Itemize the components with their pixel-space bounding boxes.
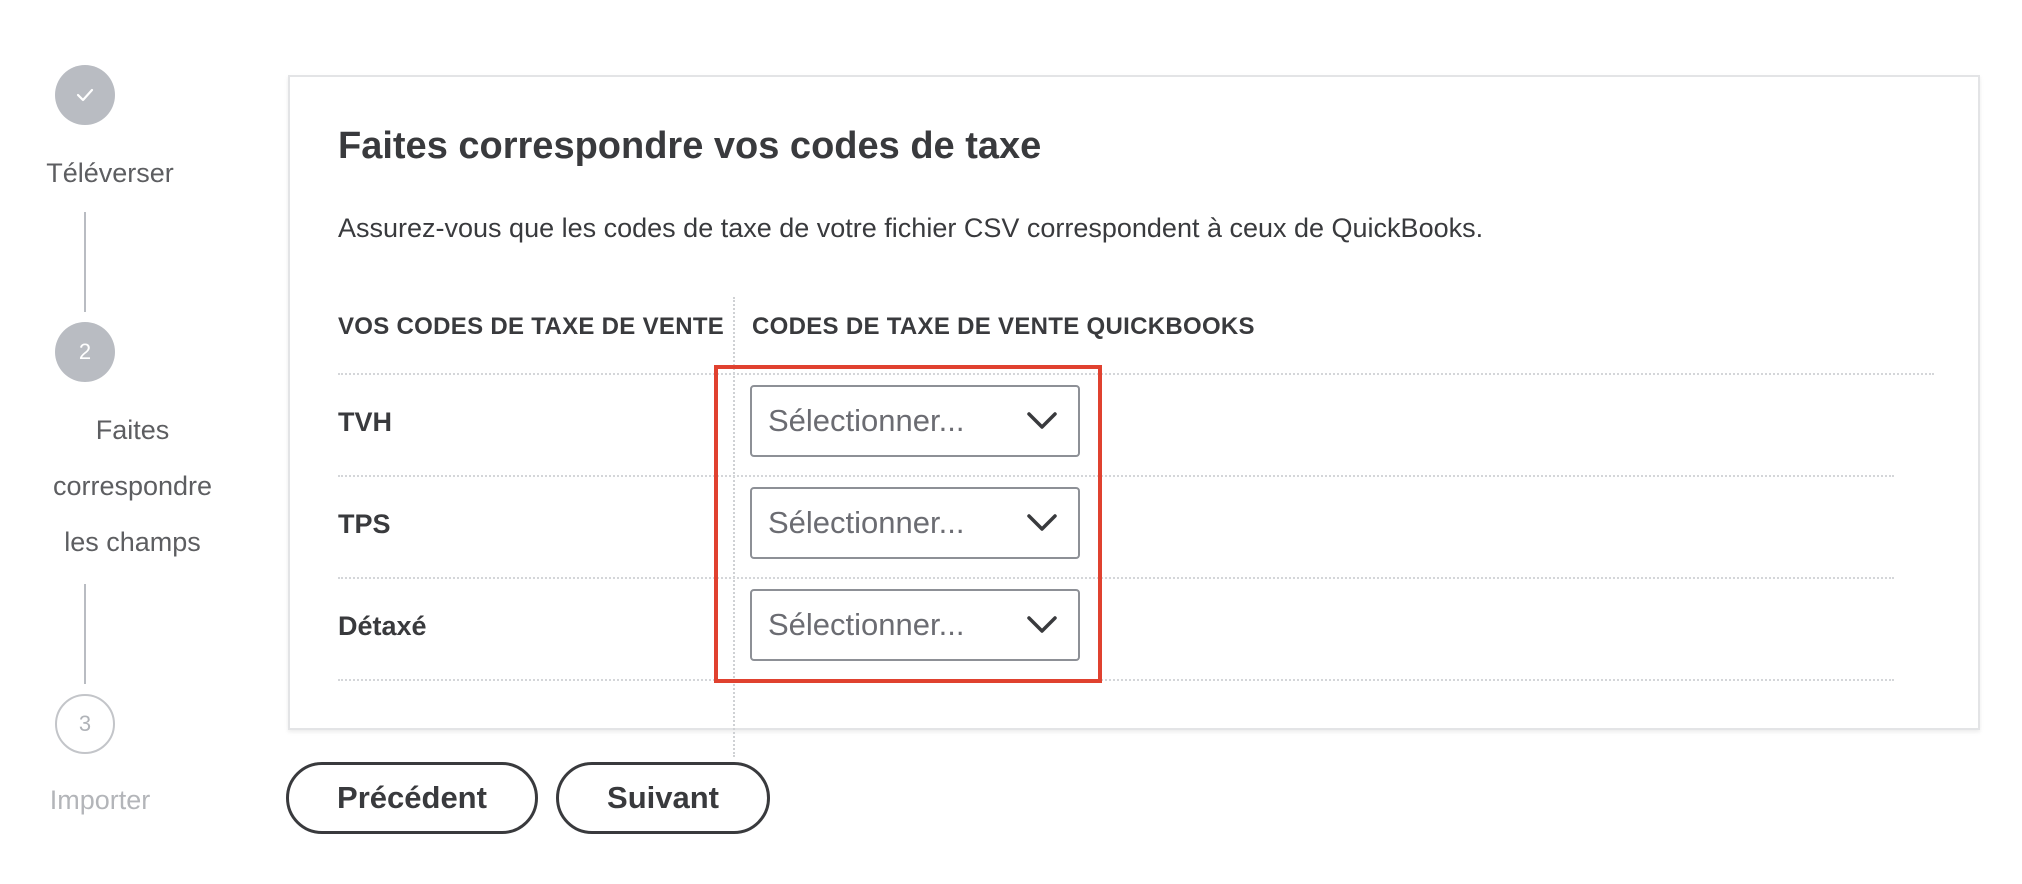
step-2-marker: 2 xyxy=(55,322,115,382)
row-divider xyxy=(338,577,1894,579)
step-3-marker: 3 xyxy=(55,694,115,754)
row-divider xyxy=(338,373,1934,375)
progress-stepper: Téléverser 2 Faites correspondre les cha… xyxy=(0,0,270,884)
tax-code-label-tvh: TVH xyxy=(338,407,392,437)
card-title: Faites correspondre vos codes de taxe xyxy=(338,125,1042,167)
quickbooks-tax-code-select-tps[interactable]: Sélectionner... xyxy=(750,487,1080,559)
tax-code-label-detaxe: Détaxé xyxy=(338,611,427,641)
row-divider xyxy=(338,475,1894,477)
column-header-quickbooks-codes: CODES DE TAXE DE VENTE QUICKBOOKS xyxy=(752,313,1255,340)
select-placeholder: Sélectionner... xyxy=(768,505,965,540)
select-placeholder: Sélectionner... xyxy=(768,403,965,438)
chevron-down-icon xyxy=(1027,514,1057,531)
row-divider xyxy=(338,679,1894,681)
step-connector xyxy=(84,584,86,684)
tax-code-mapping-card: Faites correspondre vos codes de taxe As… xyxy=(288,75,1980,757)
step-3-label: Importer xyxy=(49,785,151,815)
step-2-label: Faites correspondre les champs xyxy=(30,402,235,570)
step-connector xyxy=(84,212,86,312)
step-2-label-line: correspondre xyxy=(52,471,213,501)
tax-code-label-tps: TPS xyxy=(338,509,391,539)
page: Téléverser 2 Faites correspondre les cha… xyxy=(0,0,2022,884)
step-2-label-line: Faites xyxy=(95,415,170,445)
previous-button[interactable]: Précédent xyxy=(286,762,538,834)
quickbooks-tax-code-select-detaxe[interactable]: Sélectionner... xyxy=(750,589,1080,661)
quickbooks-tax-code-select-tvh[interactable]: Sélectionner... xyxy=(750,385,1080,457)
chevron-down-icon xyxy=(1027,616,1057,633)
select-placeholder: Sélectionner... xyxy=(768,607,965,642)
step-1-completed-marker xyxy=(55,65,115,125)
chevron-down-icon xyxy=(1027,412,1057,429)
check-icon xyxy=(76,88,94,102)
card-description: Assurez-vous que les codes de taxe de vo… xyxy=(338,213,1484,243)
step-2-label-line: les champs xyxy=(64,527,201,557)
column-header-your-codes: VOS CODES DE TAXE DE VENTE xyxy=(338,313,725,340)
step-1-label: Téléverser xyxy=(46,158,174,188)
next-button[interactable]: Suivant xyxy=(556,762,770,834)
column-divider xyxy=(733,297,735,757)
